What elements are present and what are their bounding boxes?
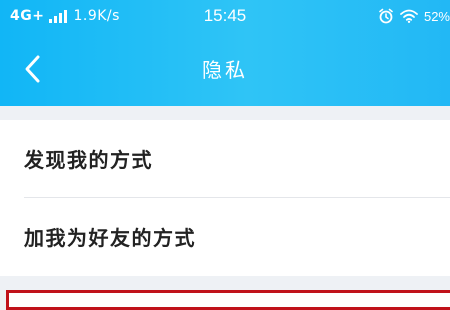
battery-level: 52% [423, 8, 450, 24]
list-item-discover-me[interactable]: 发现我的方式 [0, 120, 450, 198]
status-right: 52% [378, 8, 450, 24]
page-title: 隐私 [202, 58, 248, 82]
list-item-add-friend-method[interactable]: 加我为好友的方式 [0, 198, 450, 276]
app-header: 4G+ 1.9K/s 15:45 52% 隐私 [0, 0, 450, 106]
privacy-options-list: 发现我的方式 加我为好友的方式 [0, 120, 450, 276]
highlighted-list-item[interactable] [6, 290, 450, 310]
list-item-label: 发现我的方式 [24, 148, 153, 172]
list-item-label: 加我为好友的方式 [24, 226, 196, 250]
status-bar: 4G+ 1.9K/s 15:45 52% [0, 0, 450, 34]
title-bar: 隐私 [0, 40, 450, 96]
wifi-icon [400, 9, 418, 23]
alarm-icon [379, 8, 393, 24]
